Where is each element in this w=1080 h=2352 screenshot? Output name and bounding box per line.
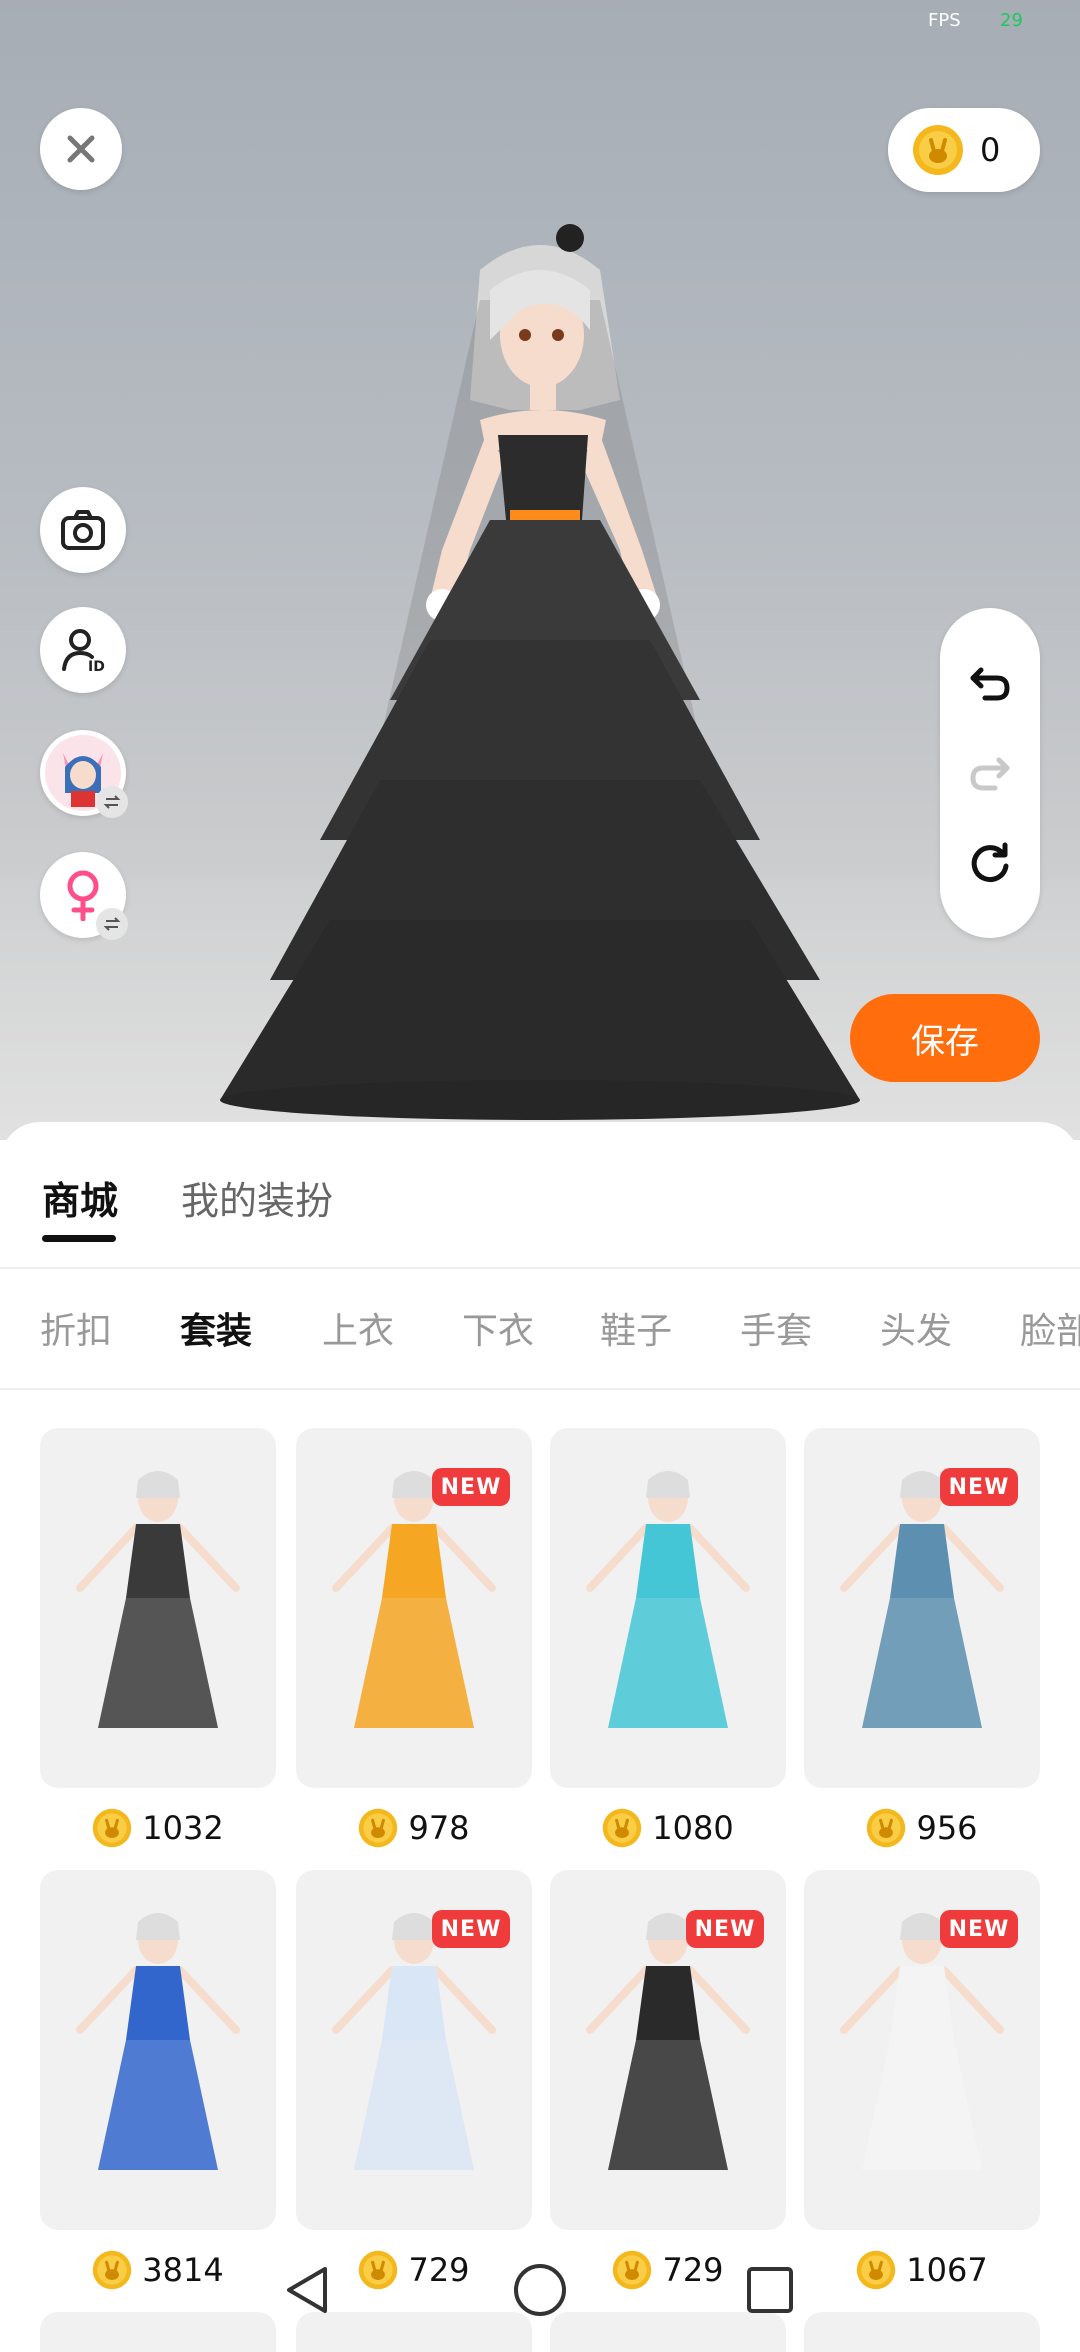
swap-icon bbox=[96, 908, 128, 940]
item-card[interactable]: NEW bbox=[804, 1870, 1040, 2230]
switch-gender-button[interactable] bbox=[40, 852, 128, 940]
outfit-thumbnail bbox=[586, 1471, 750, 1728]
nav-back-button[interactable] bbox=[268, 2250, 348, 2330]
fps-value: 29 bbox=[1000, 10, 1023, 31]
tab-shop[interactable]: 商城 bbox=[42, 1170, 118, 1225]
undo-icon bbox=[970, 667, 1010, 701]
nav-recents-button[interactable] bbox=[730, 2250, 810, 2330]
shop-item[interactable]: NEW 1067 bbox=[804, 1870, 1040, 2290]
item-card[interactable]: NEW bbox=[296, 1870, 532, 2230]
redo-icon bbox=[970, 757, 1010, 791]
reset-button[interactable] bbox=[940, 823, 1040, 903]
redo-button[interactable] bbox=[940, 733, 1040, 813]
new-badge: NEW bbox=[432, 1468, 510, 1506]
close-button[interactable] bbox=[40, 108, 122, 190]
item-price: 978 bbox=[296, 1808, 532, 1848]
tab-my-outfits[interactable]: 我的装扮 bbox=[181, 1170, 333, 1225]
item-card[interactable] bbox=[40, 1428, 276, 1788]
category-shoes[interactable]: 鞋子 bbox=[600, 1302, 672, 1354]
price-value: 1080 bbox=[652, 1809, 734, 1847]
save-button[interactable]: 保存 bbox=[850, 994, 1040, 1082]
recents-square-icon bbox=[747, 2267, 793, 2313]
shop-item[interactable]: NEW 729 bbox=[296, 1870, 532, 2290]
price-value: 956 bbox=[916, 1809, 978, 1847]
item-price: 1080 bbox=[550, 1808, 786, 1848]
item-price: 956 bbox=[804, 1808, 1040, 1848]
divider bbox=[0, 1267, 1080, 1269]
category-gloves[interactable]: 手套 bbox=[740, 1302, 812, 1354]
category-suits[interactable]: 套装 bbox=[180, 1302, 252, 1354]
fps-label: FPS bbox=[928, 10, 961, 31]
avatar-stage: FPS 29 0 ID 保存 bbox=[0, 0, 1080, 1140]
coin-balance[interactable]: 0 bbox=[888, 108, 1040, 192]
active-tab-indicator bbox=[42, 1235, 116, 1242]
camera-icon bbox=[61, 510, 105, 550]
item-card[interactable] bbox=[550, 1428, 786, 1788]
profile-id-button[interactable]: ID bbox=[40, 607, 126, 693]
new-badge: NEW bbox=[432, 1910, 510, 1948]
switch-avatar-button[interactable] bbox=[40, 730, 128, 818]
coin-icon bbox=[93, 1808, 132, 1848]
shop-item[interactable]: NEW 956 bbox=[804, 1428, 1040, 1848]
price-value: 1032 bbox=[142, 1809, 224, 1847]
coin-icon bbox=[359, 1808, 398, 1848]
outfit-thumbnail bbox=[76, 1913, 240, 2170]
category-discount[interactable]: 折扣 bbox=[40, 1302, 112, 1354]
camera-button[interactable] bbox=[40, 487, 126, 573]
coin-icon bbox=[603, 1808, 642, 1848]
svg-text:ID: ID bbox=[88, 659, 105, 675]
price-value: 978 bbox=[408, 1809, 470, 1847]
coin-count: 0 bbox=[980, 131, 1001, 169]
shop-item[interactable]: 1032 bbox=[40, 1428, 276, 1848]
new-badge: NEW bbox=[940, 1468, 1018, 1506]
swap-icon bbox=[96, 786, 128, 818]
reset-icon bbox=[971, 842, 1009, 883]
category-bottoms[interactable]: 下衣 bbox=[462, 1302, 534, 1354]
edit-history-panel bbox=[940, 608, 1040, 938]
shop-item[interactable]: 3814 bbox=[40, 1870, 276, 2290]
outfit-thumbnail bbox=[76, 1471, 240, 1728]
shop-item[interactable]: 1080 bbox=[550, 1428, 786, 1848]
undo-button[interactable] bbox=[940, 643, 1040, 723]
coin-icon bbox=[867, 1808, 906, 1848]
close-icon bbox=[67, 135, 95, 163]
shop-item[interactable]: NEW 729 bbox=[550, 1870, 786, 2290]
home-circle-icon bbox=[514, 2264, 566, 2316]
item-price: 1032 bbox=[40, 1808, 276, 1848]
category-hair[interactable]: 头发 bbox=[880, 1302, 952, 1354]
category-face[interactable]: 脸部 bbox=[1020, 1302, 1080, 1354]
system-nav-bar bbox=[0, 2240, 1080, 2340]
new-badge: NEW bbox=[940, 1910, 1018, 1948]
new-badge: NEW bbox=[686, 1910, 764, 1948]
item-card[interactable]: NEW bbox=[550, 1870, 786, 2230]
coin-icon bbox=[913, 125, 963, 175]
divider bbox=[0, 1388, 1080, 1390]
back-triangle-icon bbox=[287, 2267, 327, 2313]
avatar-figure bbox=[220, 224, 860, 1120]
item-card[interactable] bbox=[40, 1870, 276, 2230]
item-card[interactable]: NEW bbox=[804, 1428, 1040, 1788]
item-card[interactable]: NEW bbox=[296, 1428, 532, 1788]
shop-item[interactable]: NEW 978 bbox=[296, 1428, 532, 1848]
user-id-icon: ID bbox=[62, 629, 105, 675]
nav-home-button[interactable] bbox=[500, 2250, 580, 2330]
category-tops[interactable]: 上衣 bbox=[322, 1302, 394, 1354]
